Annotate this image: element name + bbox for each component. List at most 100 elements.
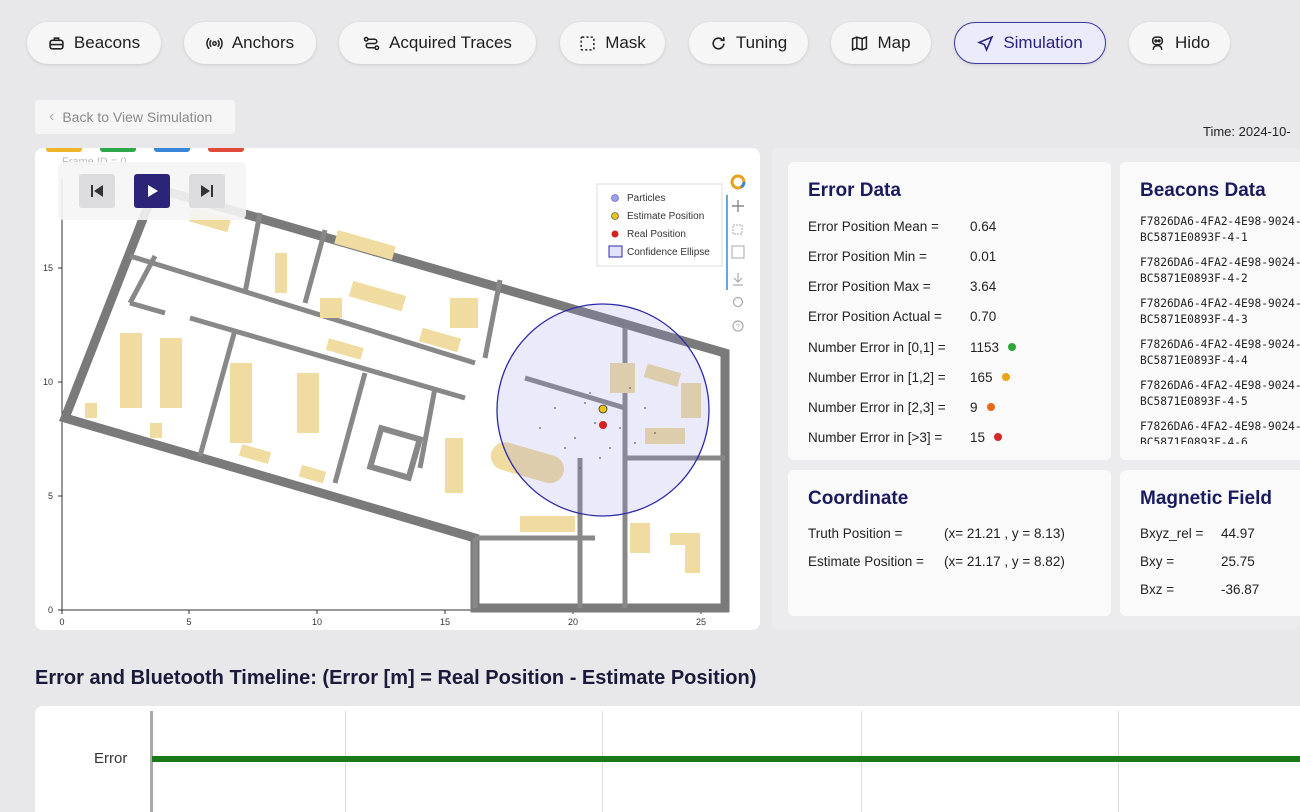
nav-label: Tuning (735, 33, 788, 52)
beacons-list[interactable]: F7826DA6-4FA2-4E98-9024- BC5871E0893F-4-1… (1120, 214, 1300, 444)
error-row: Error Position Mean = 0.64 (808, 219, 997, 234)
time-label: Time: 2024-10- (1203, 124, 1291, 139)
dashed-square-icon (580, 35, 595, 51)
pan-icon[interactable] (732, 200, 744, 212)
help-icon[interactable]: ? (732, 320, 744, 332)
error-row: Number Error in [1,2] = 165 (808, 370, 1010, 385)
beacon-item: F7826DA6-4FA2-4E98-9024- BC5871E0893F-4-4 (1140, 338, 1300, 367)
x-tick-label: 20 (568, 617, 578, 627)
y-tick-label: 15 (43, 263, 53, 273)
floor-plan-plot[interactable]: 0 5 10 15 20 25 0 5 10 15 Particles Esti… (35, 148, 760, 630)
map-legend: Particles Estimate Position Real Positio… (596, 183, 723, 267)
nav-label: Acquired Traces (389, 33, 512, 52)
robot-icon (1151, 35, 1164, 50)
frame-tab-red[interactable] (208, 148, 244, 152)
beacon-item: F7826DA6-4FA2-4E98-9024- BC5871E0893F-4-5 (1140, 379, 1300, 408)
error-data-card: Error Data Error Position Mean = 0.64 Err… (788, 162, 1111, 460)
status-dot-orange (986, 403, 995, 412)
skip-forward-icon (200, 185, 213, 197)
truth-position-row: Truth Position = (x= 21.21 , y = 8.13) (808, 526, 1065, 541)
nav-map-button[interactable]: Map (831, 22, 931, 64)
route-icon (363, 36, 380, 50)
beacon-item: F7826DA6-4FA2-4E98-9024- BC5871E0893F-4-6 (1140, 420, 1300, 444)
skip-back-button[interactable] (79, 174, 116, 208)
bokeh-logo-icon (730, 174, 746, 190)
plot-toolbar: ? (726, 174, 746, 332)
play-icon (147, 185, 158, 197)
nav-hido-button[interactable]: Hido (1129, 22, 1230, 64)
briefcase-icon (49, 36, 64, 50)
back-label: Back to View Simulation (62, 109, 213, 125)
nav-simulation-button[interactable]: Simulation (954, 22, 1106, 64)
error-data-title: Error Data (808, 180, 901, 201)
nav-anchors-button[interactable]: Anchors (184, 22, 316, 64)
frame-tab-green[interactable] (100, 148, 136, 152)
nav-label: Anchors (231, 33, 295, 52)
nav-beacons-button[interactable]: Beacons (27, 22, 161, 64)
reset-zoom-icon[interactable] (731, 245, 745, 259)
broadcast-icon (206, 37, 223, 49)
beacon-item: F7826DA6-4FA2-4E98-9024- BC5871E0893F-4-2 (1140, 256, 1300, 285)
magnetic-field-title: Magnetic Field (1140, 488, 1272, 509)
real-position-marker (599, 421, 607, 429)
beacon-item: F7826DA6-4FA2-4E98-9024- BC5871E0893F-4-3 (1140, 297, 1300, 326)
x-tick-label: 10 (312, 617, 322, 627)
status-dot-yellow (1001, 373, 1010, 382)
error-timeline[interactable]: Error (35, 706, 1300, 812)
legend-estimate: Estimate Position (627, 211, 704, 222)
magnetic-row: Bxyz_rel = 44.97 (1140, 526, 1255, 541)
y-tick-label: 10 (43, 377, 53, 387)
chevron-left-icon: ‹ (49, 108, 55, 125)
navigation-icon (977, 35, 994, 52)
frame-tab-yellow[interactable] (46, 148, 82, 152)
x-tick-label: 5 (186, 617, 191, 627)
y-tick-label: 5 (48, 491, 53, 501)
coordinate-title: Coordinate (808, 488, 909, 509)
timeline-title: Error and Bluetooth Timeline: (Error [m]… (35, 667, 757, 689)
frame-tab-blue[interactable] (154, 148, 190, 152)
playback-controls (58, 162, 246, 220)
error-timeline-bar (152, 756, 1300, 762)
x-tick-label: 0 (59, 617, 64, 627)
top-nav: Beacons Anchors Acquired Traces Mask Tun… (0, 22, 1300, 66)
nav-label: Map (877, 33, 911, 52)
legend-ellipse: Confidence Ellipse (627, 247, 710, 258)
error-row: Error Position Max = 3.64 (808, 279, 997, 294)
y-tick-label: 0 (48, 605, 53, 615)
refresh-icon (712, 36, 725, 50)
nav-tuning-button[interactable]: Tuning (689, 22, 808, 64)
magnetic-row: Bxy = 25.75 (1140, 554, 1255, 569)
error-row: Number Error in [>3] = 15 (808, 430, 1003, 445)
frame-tabs (46, 148, 246, 152)
skip-back-icon (91, 185, 104, 197)
nav-label: Mask (605, 33, 646, 52)
play-button[interactable] (133, 174, 170, 208)
nav-acquired-traces-button[interactable]: Acquired Traces (339, 22, 536, 64)
status-dot-green (1008, 343, 1017, 352)
back-to-view-simulation-button[interactable]: ‹ Back to View Simulation (35, 100, 235, 134)
beacons-data-title: Beacons Data (1140, 180, 1266, 201)
nav-label: Beacons (73, 33, 141, 52)
nav-label: Simulation (1003, 33, 1083, 52)
magnetic-field-card: Magnetic Field Bxyz_rel = 44.97 Bxy = 25.7… (1120, 470, 1300, 616)
beacon-item: F7826DA6-4FA2-4E98-9024- BC5871E0893F-4-1 (1140, 215, 1300, 244)
map-panel: 0 5 10 15 20 25 0 5 10 15 Particles Esti… (35, 148, 760, 630)
error-row: Number Error in [2,3] = 9 (808, 400, 995, 415)
map-icon (852, 35, 868, 51)
skip-forward-button[interactable] (188, 174, 225, 208)
estimate-position-marker (598, 404, 608, 414)
save-icon[interactable] (733, 273, 743, 286)
timeline-row-label: Error (94, 750, 128, 767)
refresh-icon[interactable] (732, 296, 744, 308)
zoom-icon[interactable] (732, 224, 743, 235)
magnetic-row: Bxz = -36.87 (1140, 582, 1260, 597)
nav-mask-button[interactable]: Mask (560, 22, 665, 64)
legend-real: Real Position (627, 229, 686, 240)
error-row: Number Error in [0,1] = 1153 (808, 340, 1017, 355)
x-tick-label: 15 (440, 617, 450, 627)
status-dot-red (994, 433, 1003, 442)
estimate-position-row: Estimate Position = (x= 21.17 , y = 8.82) (808, 554, 1065, 569)
x-tick-label: 25 (696, 617, 706, 627)
error-row: Error Position Actual = 0.70 (808, 309, 997, 324)
error-row: Error Position Min = 0.01 (808, 249, 997, 264)
